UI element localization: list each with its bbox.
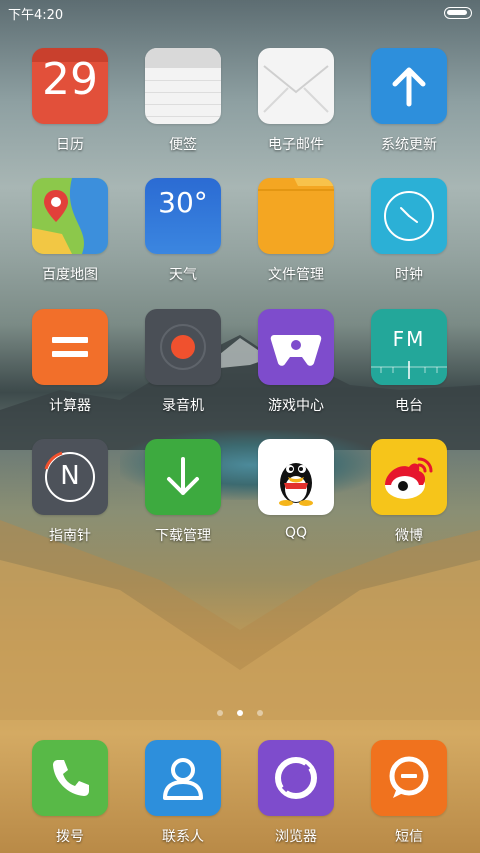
app-label-phone: 拨号 xyxy=(56,829,84,845)
contacts-icon xyxy=(145,740,221,816)
app-mail[interactable]: 电子邮件 xyxy=(246,48,346,154)
valley-scenery xyxy=(0,520,480,720)
weibo-icon xyxy=(371,439,447,515)
update-icon xyxy=(371,48,447,124)
app-label-calculator: 计算器 xyxy=(49,398,91,414)
page-dot-active[interactable] xyxy=(237,710,243,716)
app-recorder[interactable]: 录音机 xyxy=(133,309,233,415)
gamepad-icon xyxy=(258,309,334,385)
app-label-browser: 浏览器 xyxy=(275,829,317,845)
app-qq[interactable]: QQ xyxy=(246,439,346,541)
app-download[interactable]: 下载管理 xyxy=(133,439,233,545)
app-label-messages: 短信 xyxy=(395,829,423,845)
app-label-contacts: 联系人 xyxy=(162,829,204,845)
app-label-files: 文件管理 xyxy=(268,267,324,283)
app-game-center[interactable]: 游戏中心 xyxy=(246,309,346,415)
app-update[interactable]: 系统更新 xyxy=(359,48,459,154)
app-weibo[interactable]: 微博 xyxy=(359,439,459,545)
clock-icon xyxy=(371,178,447,254)
page-indicator xyxy=(0,701,480,720)
app-label-game-center: 游戏中心 xyxy=(268,398,324,414)
compass-n-text: N xyxy=(60,461,80,491)
app-notes[interactable]: 便签 xyxy=(133,48,233,154)
app-label-qq: QQ xyxy=(284,525,308,541)
phone-icon xyxy=(32,740,108,816)
calculator-icon xyxy=(32,309,108,385)
mail-icon xyxy=(258,48,334,124)
browser-icon xyxy=(258,740,334,816)
notes-icon xyxy=(145,48,221,124)
app-calendar[interactable]: 29 日历 xyxy=(20,48,120,154)
map-icon xyxy=(32,178,108,254)
recorder-icon xyxy=(145,309,221,385)
calendar-icon: 29 xyxy=(32,48,108,124)
page-dot[interactable] xyxy=(257,710,263,716)
app-label-notes: 便签 xyxy=(169,137,197,153)
qq-icon xyxy=(258,439,334,515)
app-label-map: 百度地图 xyxy=(42,267,98,283)
app-calculator[interactable]: 计算器 xyxy=(20,309,120,415)
app-label-radio: 电台 xyxy=(395,398,423,414)
app-radio[interactable]: FM 电台 xyxy=(359,309,459,415)
app-label-clock: 时钟 xyxy=(395,267,423,283)
status-bar: 下午4:20 xyxy=(0,0,480,26)
app-compass[interactable]: N 指南针 xyxy=(20,439,120,545)
app-label-mail: 电子邮件 xyxy=(268,137,324,153)
status-time: 下午4:20 xyxy=(8,8,64,23)
radio-icon: FM xyxy=(371,309,447,385)
dock-contacts[interactable]: 联系人 xyxy=(133,740,233,846)
message-icon xyxy=(371,740,447,816)
app-label-update: 系统更新 xyxy=(381,137,437,153)
compass-icon: N xyxy=(32,439,108,515)
app-label-calendar: 日历 xyxy=(56,137,84,153)
page-dot[interactable] xyxy=(217,710,223,716)
app-label-recorder: 录音机 xyxy=(162,398,204,414)
app-clock[interactable]: 时钟 xyxy=(359,178,459,284)
download-icon xyxy=(145,439,221,515)
dock-browser[interactable]: 浏览器 xyxy=(246,740,346,846)
dock-phone[interactable]: 拨号 xyxy=(20,740,120,846)
app-label-weather: 天气 xyxy=(169,267,197,283)
calendar-day: 29 xyxy=(42,54,98,105)
battery-icon xyxy=(444,7,472,19)
app-label-weibo: 微博 xyxy=(395,528,423,544)
weather-temp: 30° xyxy=(158,186,208,219)
weather-icon: 30° xyxy=(145,178,221,254)
app-files[interactable]: 文件管理 xyxy=(246,178,346,284)
app-weather[interactable]: 30° 天气 xyxy=(133,178,233,284)
app-label-compass: 指南针 xyxy=(49,528,91,544)
app-map[interactable]: 百度地图 xyxy=(20,178,120,284)
folder-icon xyxy=(258,178,334,254)
app-label-download: 下载管理 xyxy=(155,528,211,544)
dock-messages[interactable]: 短信 xyxy=(359,740,459,846)
